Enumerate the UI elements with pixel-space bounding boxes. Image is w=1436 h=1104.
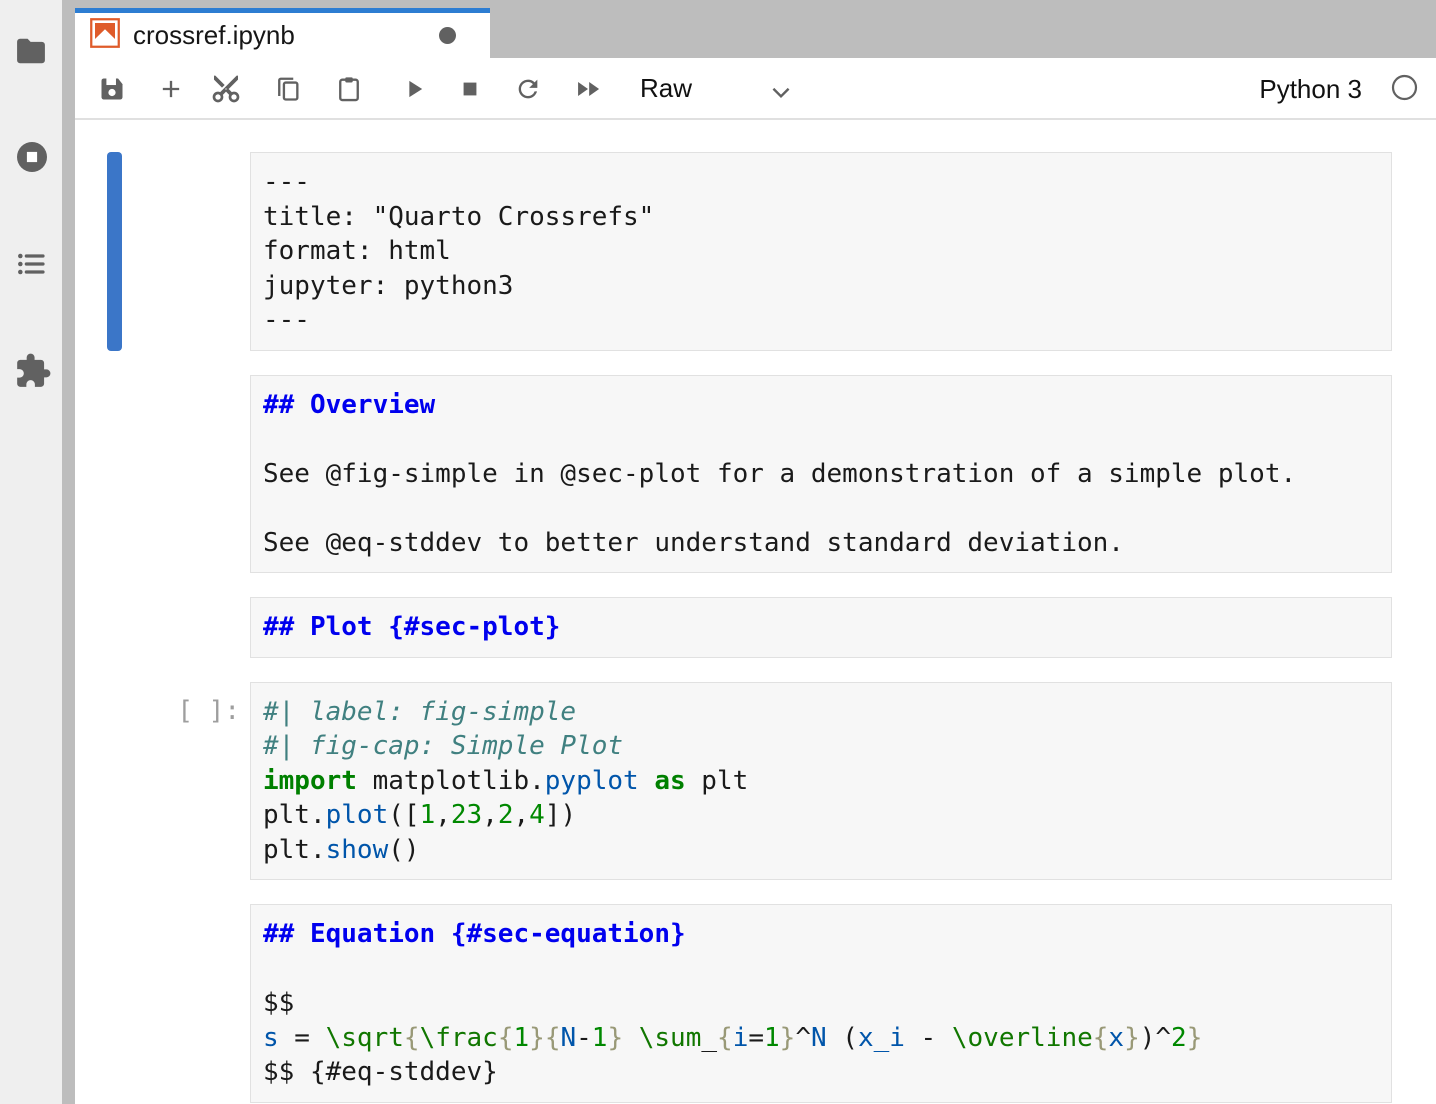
cell-collapser[interactable] <box>107 152 122 351</box>
cell-editor[interactable]: ## Overview See @fig-simple in @sec-plot… <box>250 375 1392 574</box>
list-icon <box>15 248 47 280</box>
paste-cells-button[interactable] <box>335 75 363 103</box>
notebook-cells: ---title: "Quarto Crossrefs"format: html… <box>75 120 1436 1104</box>
save-button[interactable] <box>98 75 126 103</box>
raw-cell: ---title: "Quarto Crossrefs"format: html… <box>75 152 1436 351</box>
folder-icon <box>14 36 48 66</box>
sidebar-item-file-browser[interactable] <box>14 36 48 66</box>
cell-editor[interactable]: ## Equation {#sec-equation} $$s = \sqrt{… <box>250 904 1392 1103</box>
cell-editor[interactable]: #| label: fig-simple#| fig-cap: Simple P… <box>250 682 1392 881</box>
interrupt-kernel-button[interactable] <box>456 75 484 103</box>
cell-prompt <box>122 904 250 1103</box>
markdown-cell: ## Equation {#sec-equation} $$s = \sqrt{… <box>75 904 1436 1103</box>
cell-prompt <box>122 375 250 574</box>
cell-collapser[interactable] <box>107 904 122 1103</box>
sidebar-item-table-of-contents[interactable] <box>15 248 47 280</box>
cell-prompt: [ ]: <box>122 682 250 881</box>
markdown-cell: ## Overview See @fig-simple in @sec-plot… <box>75 375 1436 574</box>
copy-icon <box>274 75 302 103</box>
cell-collapser[interactable] <box>107 682 122 881</box>
insert-cell-button[interactable] <box>157 75 185 103</box>
run-cell-button[interactable] <box>400 75 428 103</box>
sidebar-item-extensions[interactable] <box>14 352 52 390</box>
kernel-status-icon[interactable] <box>1391 74 1418 101</box>
cut-cells-button[interactable] <box>210 73 242 105</box>
stop-icon <box>456 75 484 103</box>
sidebar-item-running-sessions[interactable] <box>14 139 50 175</box>
activity-bar <box>0 0 62 1104</box>
cell-collapser[interactable] <box>107 597 122 658</box>
copy-cells-button[interactable] <box>274 75 302 103</box>
notebook-icon <box>90 18 120 53</box>
restart-run-all-button[interactable] <box>572 75 604 103</box>
chevron-down-icon[interactable] <box>768 79 794 105</box>
markdown-cell: ## Plot {#sec-plot} <box>75 597 1436 658</box>
cell-type-dropdown[interactable]: Raw <box>640 73 692 104</box>
cell-editor[interactable]: ## Plot {#sec-plot} <box>250 597 1392 658</box>
unsaved-changes-dot[interactable] <box>439 27 456 44</box>
scissors-icon <box>210 73 242 105</box>
tab-title: crossref.ipynb <box>133 20 295 51</box>
dock-panel-gutter <box>62 0 75 1104</box>
play-icon <box>400 75 428 103</box>
tab-crossref-ipynb[interactable]: crossref.ipynb <box>75 8 490 58</box>
cell-prompt <box>122 597 250 658</box>
notebook-toolbar: Raw Python 3 <box>75 58 1436 120</box>
tab-bar: crossref.ipynb <box>75 0 1436 58</box>
restart-icon <box>514 75 542 103</box>
kernel-name[interactable]: Python 3 <box>1259 74 1362 105</box>
restart-kernel-button[interactable] <box>514 75 542 103</box>
puzzle-icon <box>14 352 52 390</box>
clipboard-icon <box>335 75 363 103</box>
cell-collapser[interactable] <box>107 375 122 574</box>
plus-icon <box>157 75 185 103</box>
stop-circle-icon <box>14 139 50 175</box>
cell-editor[interactable]: ---title: "Quarto Crossrefs"format: html… <box>250 152 1392 351</box>
fast-forward-icon <box>572 75 604 103</box>
main-panel: crossref.ipynb Raw <box>75 0 1436 1104</box>
cell-prompt <box>122 152 250 351</box>
code-cell: [ ]:#| label: fig-simple#| fig-cap: Simp… <box>75 682 1436 881</box>
